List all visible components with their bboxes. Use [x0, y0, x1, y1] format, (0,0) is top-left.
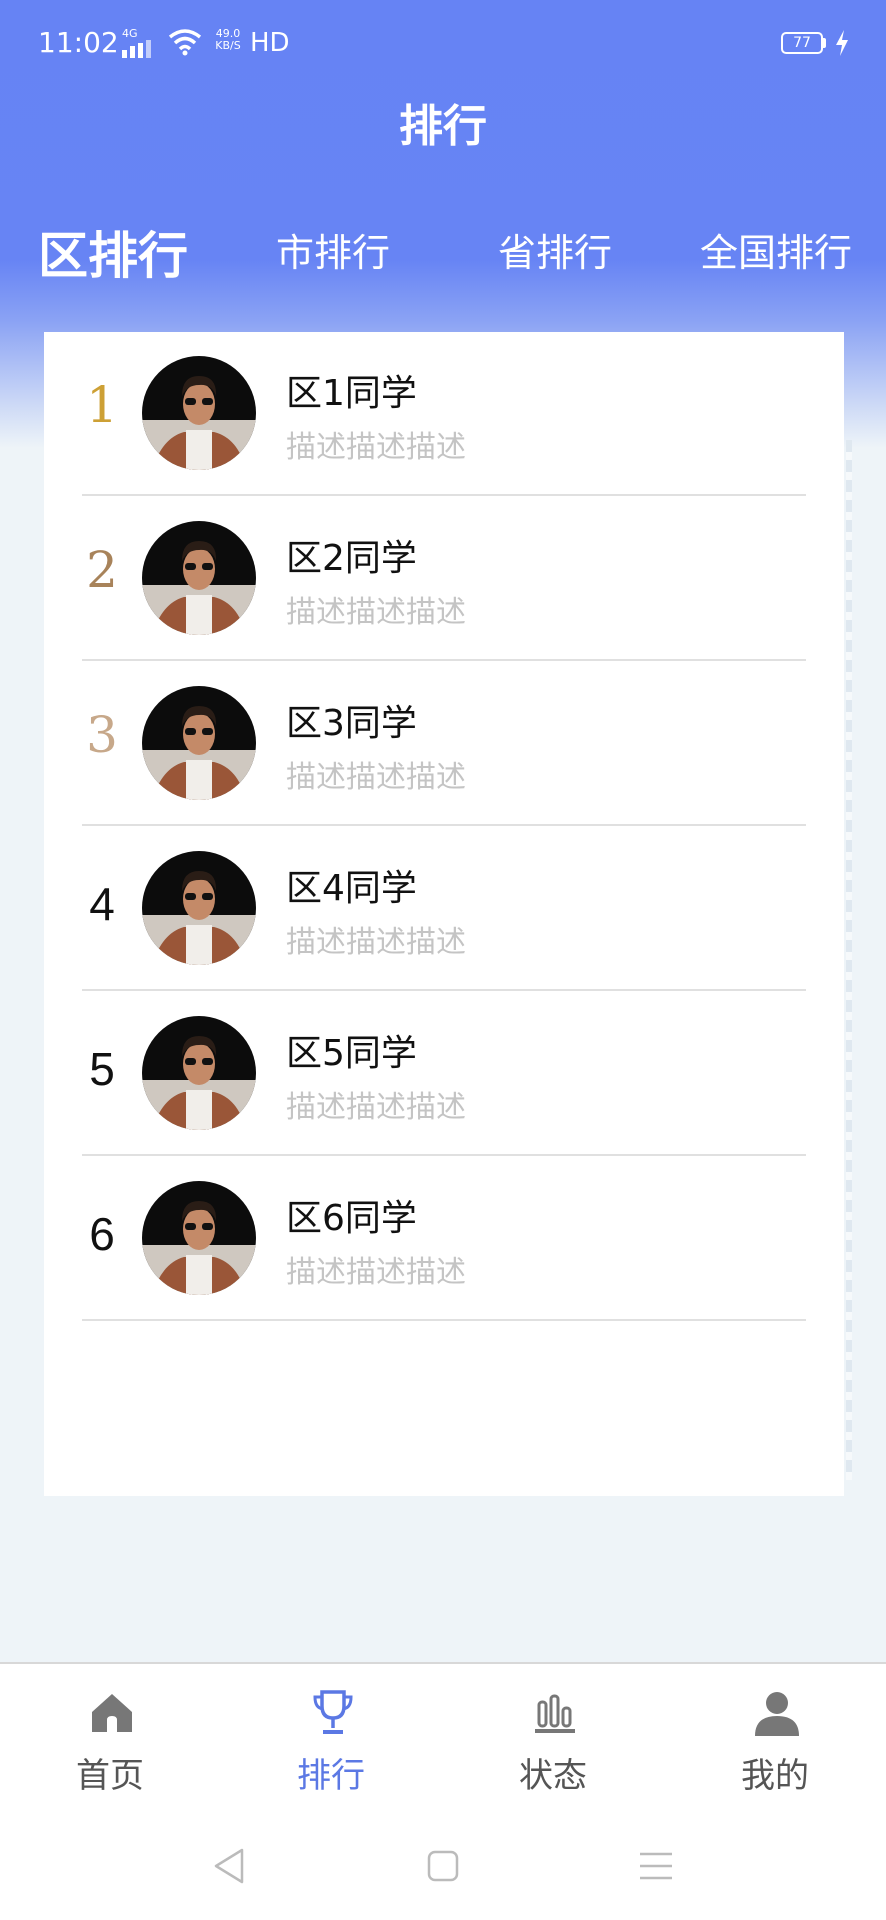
- rank-number: 4: [89, 878, 115, 930]
- home-button-icon[interactable]: [423, 1846, 463, 1886]
- rank-number: 2: [86, 541, 118, 599]
- nav-profile-label: 我的: [741, 1756, 809, 1796]
- student-name: 区3同学: [286, 703, 417, 744]
- nav-status[interactable]: 状态: [473, 1664, 633, 1814]
- menu-icon[interactable]: [636, 1846, 676, 1886]
- ranking-row-3[interactable]: 3 区3同学 描述描述描述: [82, 662, 806, 826]
- battery-level: 77: [793, 35, 811, 51]
- ranking-row-2[interactable]: 2 区2同学 描述描述描述: [82, 497, 806, 661]
- bar-chart-icon: [535, 1694, 575, 1733]
- rank-number: 5: [89, 1043, 115, 1095]
- avatar[interactable]: [142, 1181, 256, 1295]
- avatar[interactable]: [142, 851, 256, 965]
- wifi-icon: [168, 29, 202, 56]
- tab-nation[interactable]: 全国排行: [700, 222, 852, 277]
- nav-profile[interactable]: 我的: [695, 1664, 855, 1814]
- rank-number: 6: [89, 1208, 115, 1260]
- page-title: 排行: [399, 101, 487, 152]
- student-description: 描述描述描述: [286, 1255, 466, 1290]
- student-name: 区2同学: [286, 538, 417, 579]
- tab-district[interactable]: 区排行: [38, 216, 188, 288]
- ranking-row-4[interactable]: 4 区4同学 描述描述描述: [82, 827, 806, 991]
- back-icon[interactable]: [210, 1846, 250, 1886]
- charging-icon: [836, 30, 848, 56]
- student-description: 描述描述描述: [286, 595, 466, 630]
- student-description: 描述描述描述: [286, 430, 466, 465]
- home-icon: [92, 1694, 132, 1732]
- ranking-row-1[interactable]: 1 区1同学 描述描述描述: [82, 332, 806, 496]
- system-navigation-bar: [0, 1812, 886, 1920]
- rank-number: 3: [86, 706, 118, 764]
- student-description: 描述描述描述: [286, 925, 466, 960]
- hd-indicator: HD: [250, 28, 290, 58]
- nav-ranking[interactable]: 排行: [251, 1664, 411, 1814]
- student-description: 描述描述描述: [286, 1090, 466, 1125]
- student-name: 区1同学: [286, 373, 417, 414]
- student-name: 区4同学: [286, 868, 417, 909]
- battery-tip: [823, 38, 826, 48]
- nav-ranking-label: 排行: [297, 1756, 365, 1796]
- student-description: 描述描述描述: [286, 760, 466, 795]
- nav-home[interactable]: 首页: [30, 1664, 190, 1814]
- signal-icon: [122, 40, 158, 58]
- avatar[interactable]: [142, 356, 256, 470]
- rank-number: 1: [86, 376, 118, 434]
- status-bar: 11:02 4G 49.0 KB/S HD 77: [0, 0, 886, 90]
- speed-unit: KB/S: [215, 39, 241, 52]
- nav-home-label: 首页: [76, 1756, 144, 1796]
- network-speed: 49.0 KB/S: [210, 28, 246, 52]
- battery-icon: 77: [781, 32, 823, 54]
- card-edge-decoration: [846, 440, 852, 1480]
- trophy-icon: [313, 1690, 353, 1734]
- avatar[interactable]: [142, 521, 256, 635]
- ranking-row-6[interactable]: 6 区6同学 描述描述描述: [82, 1157, 806, 1321]
- ranking-row-5[interactable]: 5 区5同学 描述描述描述: [82, 992, 806, 1156]
- nav-status-label: 状态: [519, 1756, 587, 1796]
- user-icon: [755, 1692, 799, 1736]
- bottom-nav: 首页 排行 状态 我的: [0, 1662, 886, 1814]
- tab-city[interactable]: 市排行: [276, 222, 390, 277]
- status-time: 11:02: [38, 26, 119, 59]
- avatar[interactable]: [142, 686, 256, 800]
- network-type: 4G: [122, 27, 138, 40]
- avatar[interactable]: [142, 1016, 256, 1130]
- ranking-card: 1 区1同学 描述描述描述 2 区2同学 描述描述描述 3 区3同学 描述描述描…: [44, 332, 844, 1496]
- student-name: 区5同学: [286, 1033, 417, 1074]
- student-name: 区6同学: [286, 1198, 417, 1239]
- tab-province[interactable]: 省排行: [498, 222, 612, 277]
